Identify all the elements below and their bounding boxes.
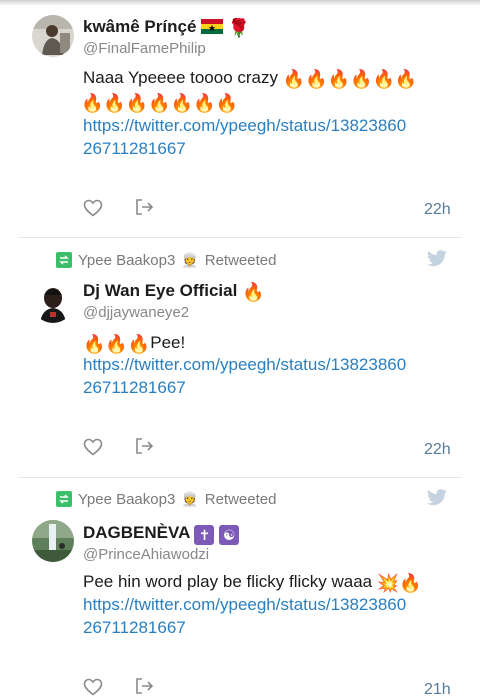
latin-cross-icon: ✝: [194, 525, 215, 545]
tweet-link[interactable]: https://twitter.com/ypeegh/status/138238…: [83, 353, 453, 399]
twitter-bird-icon: [427, 489, 447, 506]
ghana-flag-icon: [201, 18, 224, 34]
display-name[interactable]: kwâmê Prínçé 🌹: [83, 16, 250, 39]
retweet-label: Retweeted: [204, 251, 277, 269]
retweeter-name[interactable]: Ypee Baakop3: [78, 252, 175, 269]
user-handle[interactable]: @FinalFamePhilip: [83, 39, 250, 59]
retweet-icon: [56, 252, 72, 268]
fire-emoji-icon: 🔥: [148, 93, 171, 113]
avatar-image: [32, 15, 74, 57]
face-emoji-icon: 👳: [181, 251, 199, 268]
collision-emoji-icon: 💥: [376, 573, 400, 593]
fire-emoji-icon: 🔥: [327, 69, 351, 89]
user-handle[interactable]: @djjaywaneye2: [83, 303, 264, 323]
fire-emoji-icon: 🔥: [350, 69, 373, 89]
avatar[interactable]: [32, 281, 74, 323]
share-icon[interactable]: [134, 197, 154, 217]
like-heart-icon[interactable]: [83, 199, 103, 217]
fire-emoji-icon: 🔥: [193, 93, 216, 113]
tweet-card[interactable]: Ypee Baakop3 👳 Retweeted DAGBENÈVA ✝ ☯ @…: [0, 488, 480, 700]
fire-emoji-icon: 🔥: [127, 334, 151, 354]
fire-emoji-icon: 🔥: [83, 334, 106, 354]
like-heart-icon[interactable]: [83, 438, 103, 456]
display-name[interactable]: Dj Wan Eye Official 🔥: [83, 280, 264, 303]
retweet-icon: [56, 491, 72, 507]
fire-emoji-icon: 🔥: [125, 93, 149, 113]
fire-emoji-icon: 🔥: [170, 93, 194, 113]
like-heart-icon[interactable]: [83, 678, 103, 696]
fire-emoji-icon: 🔥: [105, 334, 128, 354]
fire-emoji-icon: 🔥: [305, 69, 328, 89]
fire-emoji-icon: 🔥: [372, 69, 395, 89]
tweet-text: 🔥🔥🔥Pee!: [83, 333, 186, 354]
tweet-divider: [18, 237, 462, 238]
twitter-bird-icon: [427, 250, 447, 267]
fire-emoji-icon: 🔥: [81, 93, 104, 113]
rose-icon: 🌹: [227, 18, 251, 38]
fire-emoji-icon: 🔥: [215, 93, 238, 113]
avatar-image: [32, 520, 74, 562]
retweet-context: Ypee Baakop3 👳 Retweeted: [56, 249, 276, 271]
tweet-timestamp[interactable]: 22h: [424, 201, 451, 219]
tweet-divider: [18, 477, 462, 478]
share-icon[interactable]: [134, 676, 154, 696]
face-emoji-icon: 👳: [181, 490, 199, 507]
retweet-label: Retweeted: [204, 490, 277, 508]
fire-emoji-icon: 🔥: [282, 69, 306, 89]
avatar[interactable]: [32, 15, 74, 57]
tweet-link[interactable]: https://twitter.com/ypeegh/status/138238…: [83, 593, 453, 639]
tweet-timestamp[interactable]: 21h: [424, 681, 451, 699]
retweeter-name[interactable]: Ypee Baakop3: [78, 491, 175, 508]
fire-emoji-icon: 🔥: [394, 69, 418, 89]
tweet-text: Pee hin word play be flicky flicky waaa …: [83, 572, 422, 593]
avatar[interactable]: [32, 520, 74, 562]
fire-emoji-icon: 🔥: [103, 93, 126, 113]
fire-emoji-icon: 🔥: [399, 573, 422, 593]
share-icon[interactable]: [134, 436, 154, 456]
display-name[interactable]: DAGBENÈVA ✝ ☯: [83, 522, 240, 545]
fire-emoji-icon: 🔥: [242, 282, 265, 302]
tweet-timestamp[interactable]: 22h: [424, 441, 451, 459]
retweet-context: Ypee Baakop3 👳 Retweeted: [56, 488, 276, 510]
tweet-card[interactable]: kwâmê Prínçé 🌹 @FinalFamePhilip Naaa Ype…: [0, 0, 480, 238]
tweet-text: Naaa Ypeeee toooo crazy 🔥🔥🔥🔥🔥🔥 🔥🔥🔥🔥🔥🔥🔥: [81, 68, 418, 113]
yin-yang-icon: ☯: [219, 525, 240, 545]
avatar-image: [32, 281, 74, 323]
tweet-link[interactable]: https://twitter.com/ypeegh/status/138238…: [83, 114, 453, 160]
user-handle[interactable]: @PrinceAhiawodzi: [83, 545, 239, 565]
tweet-card[interactable]: Ypee Baakop3 👳 Retweeted Dj Wan Eye Offi…: [0, 249, 480, 477]
